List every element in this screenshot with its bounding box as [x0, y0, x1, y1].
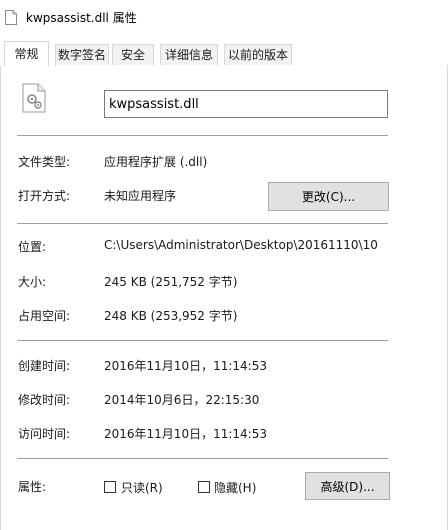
tab-security[interactable]: 安全 — [112, 44, 154, 65]
separator — [17, 223, 388, 224]
file-type-value: 应用程序扩展 (.dll) — [104, 155, 208, 169]
size-label: 大小: — [18, 275, 47, 289]
separator — [17, 135, 388, 136]
hidden-label[interactable]: 隐藏(H) — [214, 479, 256, 496]
size-value: 245 KB (251,752 字节) — [104, 275, 238, 289]
opens-with-label: 打开方式: — [18, 189, 71, 203]
tab-digital-signatures[interactable]: 数字签名 — [55, 44, 109, 65]
file-icon — [5, 10, 17, 25]
readonly-checkbox[interactable] — [104, 481, 116, 493]
location-label: 位置: — [18, 240, 47, 254]
modified-value: 2014年10月6日，22:15:30 — [104, 393, 260, 407]
separator — [17, 340, 388, 341]
advanced-button[interactable]: 高级(D)... — [305, 472, 390, 500]
dll-file-icon — [22, 83, 46, 113]
tab-general[interactable]: 常规 — [4, 41, 49, 66]
attributes-label: 属性: — [18, 480, 47, 494]
location-value: C:\Users\Administrator\Desktop\20161110\… — [104, 238, 378, 252]
hidden-checkbox[interactable] — [198, 481, 210, 493]
modified-label: 修改时间: — [18, 393, 71, 407]
file-name-input[interactable] — [104, 90, 388, 118]
readonly-label[interactable]: 只读(R) — [121, 479, 163, 496]
created-label: 创建时间: — [18, 359, 71, 373]
window-title: kwpsassist.dll 属性 — [26, 11, 137, 25]
separator — [17, 458, 388, 459]
size-on-disk-label: 占用空间: — [18, 309, 71, 323]
tab-previous-versions[interactable]: 以前的版本 — [224, 44, 292, 65]
change-button[interactable]: 更改(C)... — [268, 182, 389, 211]
size-on-disk-value: 248 KB (253,952 字节) — [104, 309, 238, 323]
accessed-value: 2016年11月10日，11:14:53 — [104, 427, 267, 441]
opens-with-value: 未知应用程序 — [104, 189, 177, 203]
accessed-label: 访问时间: — [18, 427, 71, 441]
created-value: 2016年11月10日，11:14:53 — [104, 359, 267, 373]
tab-details[interactable]: 详细信息 — [160, 44, 218, 65]
file-type-label: 文件类型: — [18, 155, 71, 169]
